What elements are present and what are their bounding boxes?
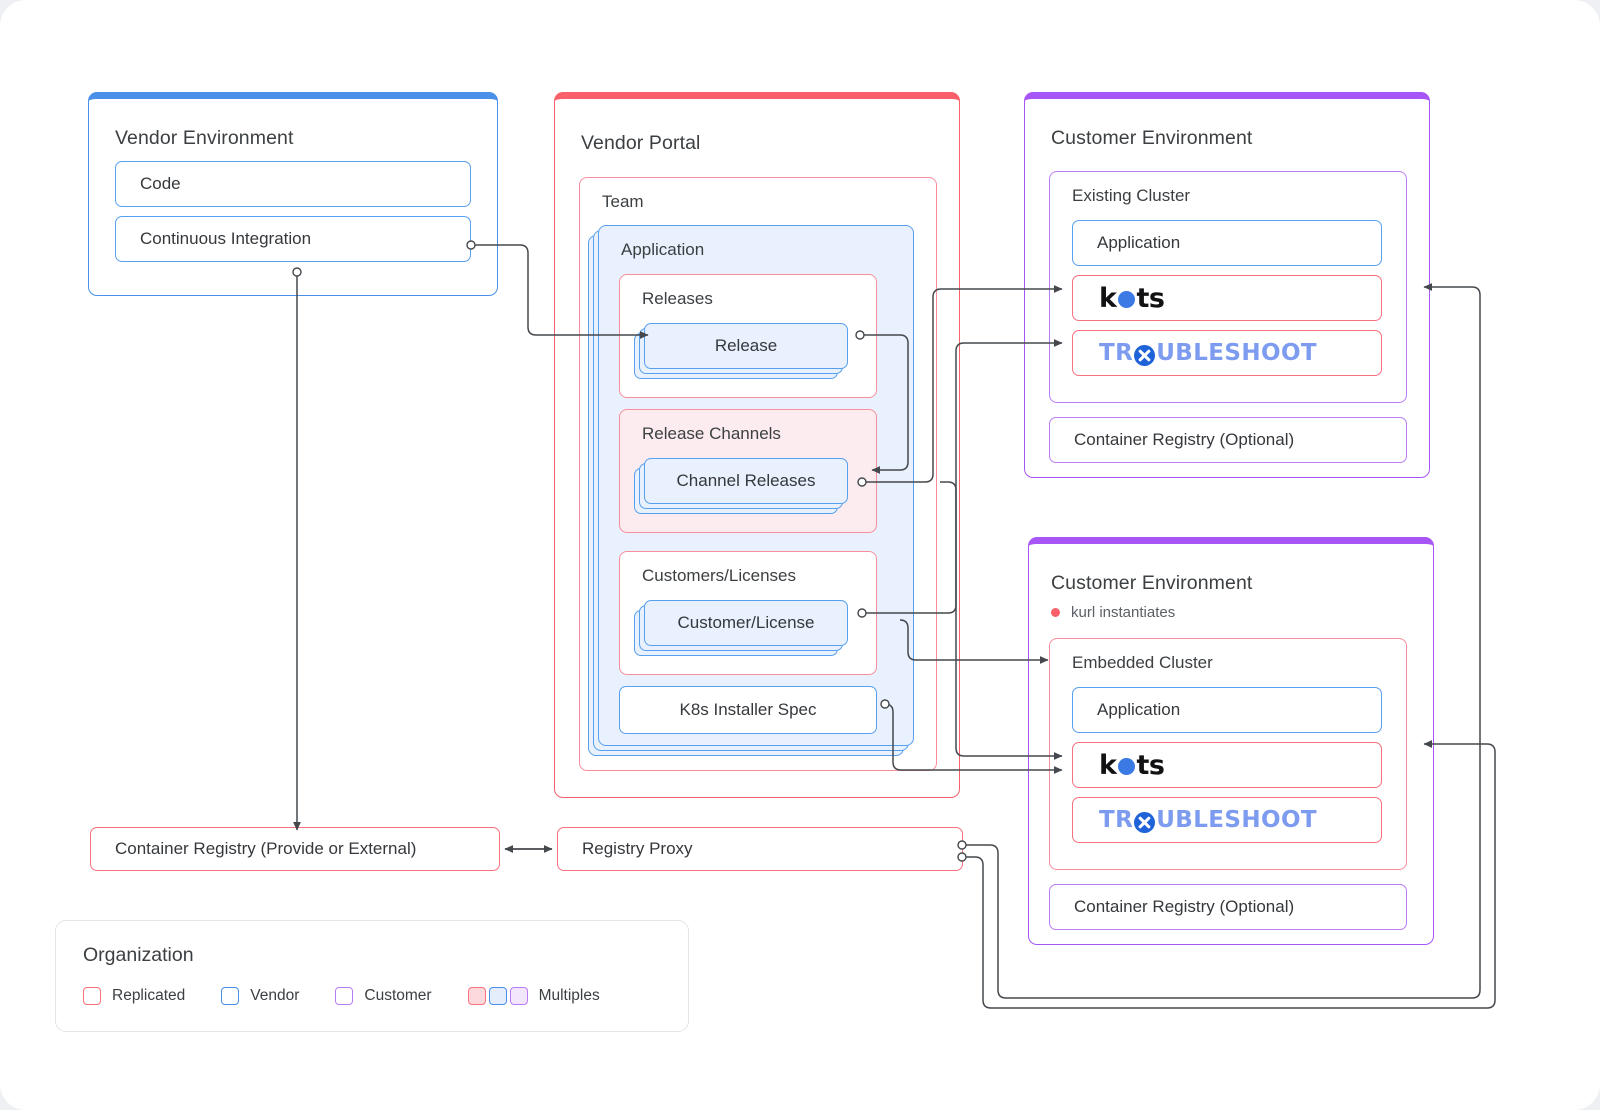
legend-swatch-multiples-blue-icon [489,987,507,1005]
existing-application-box[interactable]: Application [1072,220,1382,266]
customers-licenses-title: Customers/Licenses [642,566,796,586]
embedded-cluster-title: Embedded Cluster [1072,653,1213,673]
application-panel: Application Releases Release [598,225,914,746]
customer-environment-existing-group: Customer Environment Existing Cluster Ap… [1024,92,1430,478]
release-card-stack: Release [644,323,848,369]
vendor-portal-group: Vendor Portal Team Application Releases [554,92,960,798]
release-card[interactable]: Release [644,323,848,369]
kurl-note-label: kurl instantiates [1071,604,1175,621]
customer-license-card[interactable]: Customer/License [644,600,848,646]
embedded-container-registry-box[interactable]: Container Registry (Optional) [1049,884,1407,930]
application-stack: Application Releases Release [598,225,914,746]
release-channels-title: Release Channels [642,424,781,444]
existing-cluster-panel: Existing Cluster Application kts TRUBLES… [1049,171,1407,403]
legend-item-vendor: Vendor [221,987,299,1005]
code-box[interactable]: Code [115,161,471,207]
application-title: Application [621,240,704,260]
k8s-installer-spec-label: K8s Installer Spec [620,700,876,720]
channel-releases-card[interactable]: Channel Releases [644,458,848,504]
k8s-installer-spec-box[interactable]: K8s Installer Spec [619,686,877,734]
legend-item-replicated: Replicated [83,987,185,1005]
troubleshoot-logo: TRUBLESHOOT [1073,807,1317,833]
customer-environment-embedded-title: Customer Environment [1051,572,1252,595]
legend-swatch-vendor-icon [221,987,239,1005]
registry-proxy-label: Registry Proxy [558,839,693,859]
team-panel: Team Application Releases Release [579,177,937,771]
legend-label-vendor: Vendor [250,987,299,1005]
releases-title: Releases [642,289,713,309]
vendor-environment-group: Vendor Environment Code Continuous Integ… [88,92,498,296]
legend-swatch-multiples-red-icon [468,987,486,1005]
continuous-integration-box[interactable]: Continuous Integration [115,216,471,262]
legend: Organization Replicated Vendor Customer … [55,920,689,1032]
legend-label-replicated: Replicated [112,987,185,1005]
kots-logo-dot-icon [1118,758,1135,775]
embedded-container-registry-label: Container Registry (Optional) [1050,897,1294,917]
existing-container-registry-label: Container Registry (Optional) [1050,430,1294,450]
vendor-environment-title: Vendor Environment [115,127,294,150]
embedded-application-box[interactable]: Application [1072,687,1382,733]
vendor-portal-title: Vendor Portal [581,132,700,155]
kots-logo-dot-icon [1118,291,1135,308]
embedded-kots-box[interactable]: kts [1072,742,1382,788]
kots-logo: kts [1073,750,1164,781]
container-registry-provide-box[interactable]: Container Registry (Provide or External) [90,827,500,871]
troubleshoot-tools-icon [1134,345,1155,366]
legend-label-multiples: Multiples [539,987,600,1005]
channel-releases-label: Channel Releases [677,471,816,491]
legend-item-customer: Customer [335,987,431,1005]
legend-swatch-replicated-icon [83,987,101,1005]
troubleshoot-logo: TRUBLESHOOT [1073,340,1317,366]
continuous-integration-label: Continuous Integration [116,229,311,249]
embedded-cluster-panel: Embedded Cluster Application kts TRUBLES… [1049,638,1407,870]
legend-swatch-customer-icon [335,987,353,1005]
team-title: Team [602,192,644,212]
legend-swatch-multiples-purple-icon [510,987,528,1005]
legend-item-multiples: Multiples [468,987,600,1005]
legend-row: Replicated Vendor Customer Multiples [83,987,636,1005]
existing-troubleshoot-box[interactable]: TRUBLESHOOT [1072,330,1382,376]
container-registry-provide-label: Container Registry (Provide or External) [91,839,416,859]
legend-label-customer: Customer [364,987,431,1005]
kurl-dot-icon [1051,608,1060,617]
registry-proxy-box[interactable]: Registry Proxy [557,827,963,871]
customer-license-card-stack: Customer/License [644,600,848,646]
customer-license-label: Customer/License [677,613,814,633]
legend-title: Organization [83,944,194,967]
existing-cluster-title: Existing Cluster [1072,186,1190,206]
diagram-canvas: Vendor Environment Code Continuous Integ… [0,0,1600,1110]
channel-releases-card-stack: Channel Releases [644,458,848,504]
existing-container-registry-box[interactable]: Container Registry (Optional) [1049,417,1407,463]
customers-licenses-panel: Customers/Licenses Customer/License [619,551,877,675]
kots-logo: kts [1073,283,1164,314]
release-channels-panel: Release Channels Channel Releases [619,409,877,533]
customer-environment-existing-title: Customer Environment [1051,127,1252,150]
code-label: Code [116,174,181,194]
releases-panel: Releases Release [619,274,877,398]
embedded-troubleshoot-box[interactable]: TRUBLESHOOT [1072,797,1382,843]
customer-environment-embedded-group: Customer Environment kurl instantiates E… [1028,537,1434,945]
troubleshoot-tools-icon [1134,812,1155,833]
kurl-note: kurl instantiates [1051,604,1175,621]
existing-application-label: Application [1073,233,1180,253]
embedded-application-label: Application [1073,700,1180,720]
release-label: Release [715,336,777,356]
existing-kots-box[interactable]: kts [1072,275,1382,321]
